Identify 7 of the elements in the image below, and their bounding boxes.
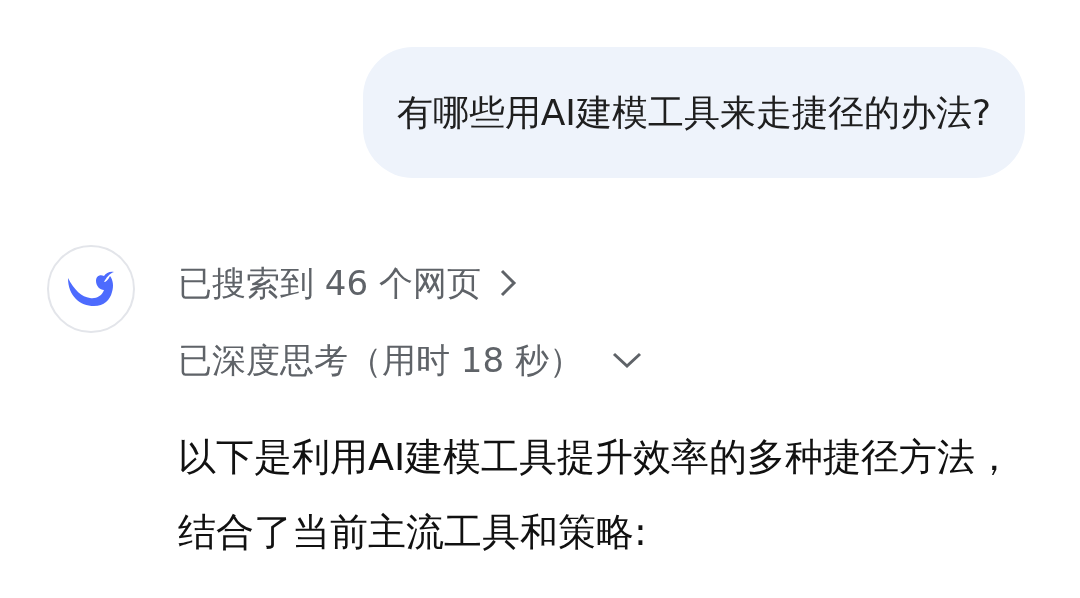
user-message-bubble: 有哪些用AI建模工具来走捷径的办法? — [362, 47, 1025, 178]
chevron-down-icon — [610, 351, 643, 369]
whale-icon — [66, 270, 116, 308]
search-results-link[interactable]: 已搜索到 46 个网页 — [178, 261, 1038, 305]
answer-text: 以下是利用AI建模工具提升效率的多种捷径方法，结合了当前主流工具和策略: — [178, 434, 1015, 556]
chevron-right-icon — [498, 268, 517, 298]
thinking-toggle[interactable]: 已深度思考（用时 18 秒） — [178, 338, 1038, 382]
